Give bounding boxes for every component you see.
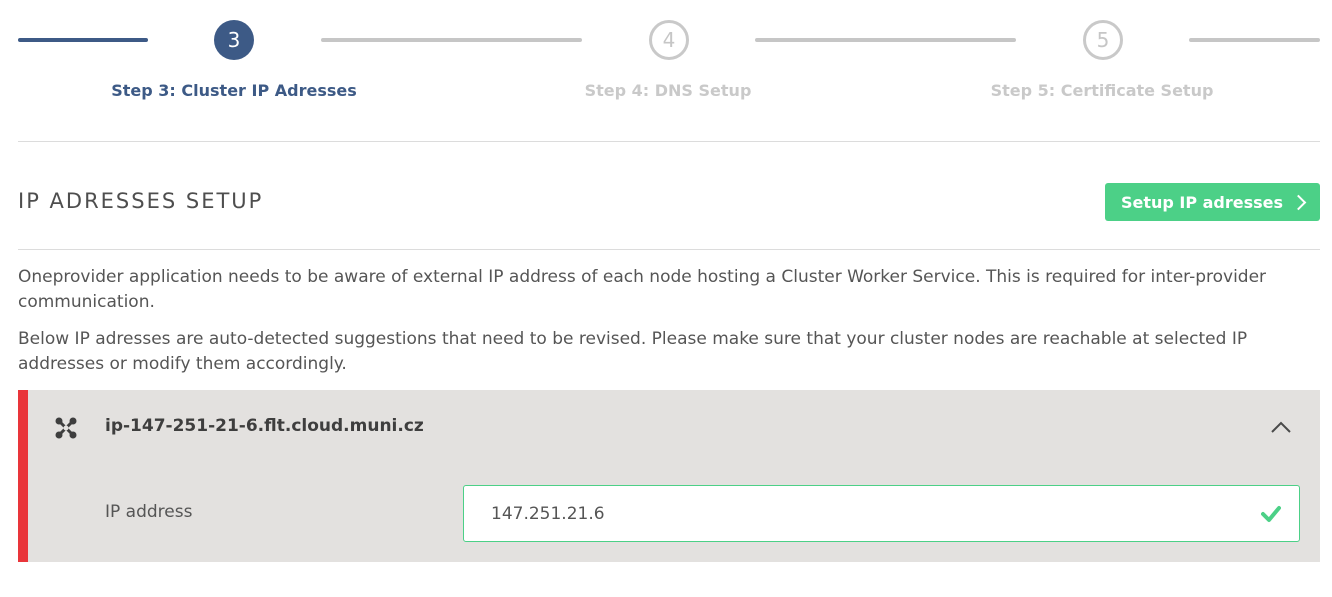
ip-address-field — [463, 485, 1300, 542]
step-5-indicator[interactable]: 5 — [1083, 20, 1123, 60]
wizard-steps: 3 4 5 Step 3: Cluster IP Adresses Step 4… — [0, 0, 1332, 142]
check-icon — [1261, 506, 1281, 522]
error-indicator-bar — [18, 390, 28, 562]
setup-button-label: Setup IP adresses — [1120, 192, 1284, 212]
description-paragraph-1: Oneprovider application needs to be awar… — [18, 267, 1267, 312]
node-hostname[interactable]: ip-147-251-21-6.flt.cloud.muni.cz — [105, 416, 424, 436]
step-5-number: 5 — [1096, 28, 1110, 52]
ip-address-input[interactable] — [491, 486, 1251, 541]
node-icon — [55, 417, 77, 439]
chevron-up-icon[interactable] — [1271, 420, 1291, 434]
step-3-indicator[interactable]: 3 — [214, 20, 254, 60]
step-4-indicator[interactable]: 4 — [649, 20, 689, 60]
step-4-number: 4 — [662, 28, 676, 52]
chevron-right-icon — [1290, 194, 1307, 210]
description-paragraph-2: Below IP adresses are auto-detected sugg… — [18, 329, 1248, 374]
node-panel: ip-147-251-21-6.flt.cloud.muni.cz IP add… — [18, 390, 1320, 562]
steps-divider — [18, 141, 1320, 142]
progress-segment — [755, 38, 1016, 42]
setup-ip-addresses-button[interactable]: Setup IP adresses — [1105, 183, 1320, 221]
ip-address-label: IP address — [105, 502, 193, 522]
progress-segment — [321, 38, 582, 42]
header-divider — [18, 249, 1320, 250]
step-3-number: 3 — [227, 28, 241, 52]
section-title: IP ADRESSES SETUP — [18, 189, 264, 213]
step-3-label[interactable]: Step 3: Cluster IP Adresses — [111, 81, 357, 100]
step-4-label[interactable]: Step 4: DNS Setup — [585, 81, 752, 100]
progress-segment-completed — [18, 38, 148, 42]
progress-segment — [1189, 38, 1320, 42]
step-5-label[interactable]: Step 5: Certificate Setup — [991, 81, 1214, 100]
